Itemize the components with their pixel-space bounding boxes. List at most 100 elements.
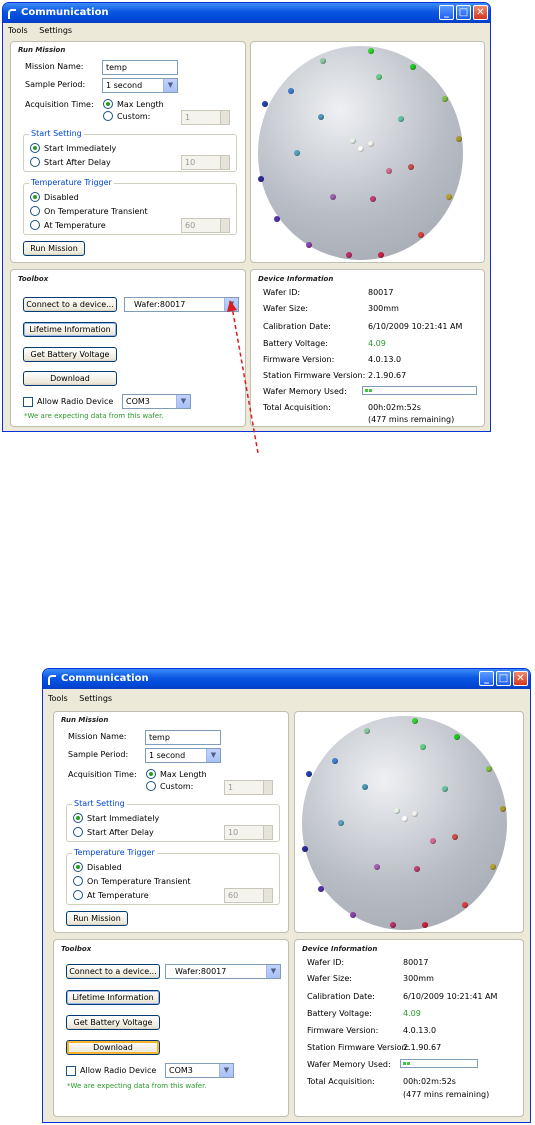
minimize-icon[interactable]: _ [439, 5, 454, 20]
sensor-dot[interactable] [442, 786, 448, 792]
title-bar[interactable]: Communication _ □ ✕ [3, 3, 490, 23]
sensor-dot[interactable] [446, 194, 452, 200]
trigger-transient-radio[interactable] [30, 206, 40, 216]
sensor-dot[interactable] [350, 912, 356, 918]
sensor-dot[interactable] [422, 922, 428, 928]
menu-tools[interactable]: Tools [48, 694, 68, 703]
title-bar[interactable]: Communication _ □ ✕ [43, 669, 530, 689]
get-battery-voltage-button[interactable]: Get Battery Voltage [66, 1015, 160, 1030]
sensor-dot[interactable] [418, 232, 424, 238]
get-battery-voltage-button[interactable]: Get Battery Voltage [23, 347, 117, 362]
menu-tools[interactable]: Tools [8, 26, 28, 35]
sensor-dot[interactable] [386, 168, 392, 174]
maximize-icon[interactable]: □ [496, 671, 511, 686]
menu-settings[interactable]: Settings [79, 694, 112, 703]
sensor-dot[interactable] [412, 718, 418, 724]
sensor-dot[interactable] [410, 64, 416, 70]
lifetime-information-button[interactable]: Lifetime Information [66, 990, 160, 1005]
sensor-dot[interactable] [306, 771, 312, 777]
sample-period-select[interactable]: 1 second ▼ [145, 748, 221, 763]
trigger-disabled-radio[interactable] [73, 862, 83, 872]
com-port-select[interactable]: COM3 ▼ [165, 1063, 234, 1078]
sensor-dot[interactable] [338, 820, 344, 826]
download-button[interactable]: Download [23, 371, 117, 386]
sensor-dot[interactable] [442, 96, 448, 102]
connect-device-button[interactable]: Connect to a device... [66, 964, 160, 979]
temperature-input[interactable]: 60 [181, 218, 230, 233]
close-icon[interactable]: ✕ [513, 671, 528, 686]
chevron-down-icon[interactable]: ▼ [163, 79, 177, 92]
sensor-dot[interactable] [454, 734, 460, 740]
custom-spinner[interactable] [220, 111, 229, 124]
start-after-delay-radio[interactable] [30, 157, 40, 167]
trigger-at-temperature-radio[interactable] [30, 220, 40, 230]
sensor-dot[interactable] [294, 150, 300, 156]
sensor-dot[interactable] [318, 114, 324, 120]
start-immediately-radio[interactable] [73, 813, 83, 823]
sensor-dot[interactable] [364, 728, 370, 734]
sensor-dot[interactable] [374, 864, 380, 870]
delay-spinner[interactable] [220, 156, 229, 169]
sensor-dot[interactable] [500, 806, 506, 812]
max-length-radio[interactable] [103, 99, 113, 109]
sensor-dot[interactable] [362, 784, 368, 790]
delay-input[interactable]: 10 [224, 825, 273, 840]
minimize-icon[interactable]: _ [479, 671, 494, 686]
custom-value-input[interactable]: 1 [224, 780, 273, 795]
start-immediately-radio[interactable] [30, 143, 40, 153]
trigger-transient-radio[interactable] [73, 876, 83, 886]
sensor-dot[interactable] [398, 116, 404, 122]
sensor-dot[interactable] [274, 216, 280, 222]
download-button[interactable]: Download [66, 1040, 160, 1055]
sensor-dot[interactable] [376, 74, 382, 80]
device-select[interactable]: Wafer:80017▼ [124, 297, 239, 312]
com-port-select[interactable]: COM3 ▼ [122, 394, 191, 409]
run-mission-button[interactable]: Run Mission [23, 241, 85, 256]
sensor-dot[interactable] [318, 886, 324, 892]
chevron-down-icon[interactable]: ▼ [266, 965, 280, 978]
custom-spinner[interactable] [263, 781, 272, 794]
chevron-down-icon[interactable]: ▼ [219, 1064, 233, 1077]
custom-value-input[interactable]: 1 [181, 110, 230, 125]
allow-radio-checkbox[interactable] [23, 397, 33, 407]
sensor-dot[interactable] [378, 252, 384, 258]
mission-name-input[interactable]: temp [102, 60, 178, 75]
sensor-dot[interactable] [368, 48, 374, 54]
run-mission-button[interactable]: Run Mission [66, 911, 128, 926]
sensor-dot[interactable] [346, 252, 352, 258]
sensor-dot[interactable] [368, 141, 374, 147]
mission-name-input[interactable]: temp [145, 730, 221, 745]
sensor-dot[interactable] [370, 196, 376, 202]
trigger-disabled-radio[interactable] [30, 192, 40, 202]
device-select[interactable]: Wafer:80017▼ [165, 964, 281, 979]
temperature-spinner[interactable] [263, 889, 272, 902]
sensor-dot[interactable] [462, 902, 468, 908]
sensor-dot[interactable] [486, 766, 492, 772]
max-length-radio[interactable] [146, 769, 156, 779]
temperature-input[interactable]: 60 [224, 888, 273, 903]
sensor-dot[interactable] [390, 922, 396, 928]
sensor-dot[interactable] [408, 164, 414, 170]
sample-period-select[interactable]: 1 second ▼ [102, 78, 178, 93]
sensor-dot[interactable] [456, 136, 462, 142]
chevron-down-icon[interactable]: ▼ [206, 749, 220, 762]
custom-radio[interactable] [103, 111, 113, 121]
sensor-dot[interactable] [306, 242, 312, 248]
sensor-dot[interactable] [332, 758, 338, 764]
lifetime-information-button[interactable]: Lifetime Information [23, 322, 117, 337]
sensor-dot[interactable] [302, 846, 308, 852]
sensor-dot[interactable] [452, 834, 458, 840]
close-icon[interactable]: ✕ [473, 5, 488, 20]
sensor-dot[interactable] [414, 866, 420, 872]
sensor-dot[interactable] [262, 101, 268, 107]
sensor-dot[interactable] [258, 176, 264, 182]
maximize-icon[interactable]: □ [456, 5, 471, 20]
sensor-dot[interactable] [412, 811, 418, 817]
start-after-delay-radio[interactable] [73, 827, 83, 837]
connect-device-button[interactable]: Connect to a device... [23, 297, 117, 312]
sensor-dot[interactable] [394, 808, 400, 814]
delay-spinner[interactable] [263, 826, 272, 839]
custom-radio[interactable] [146, 781, 156, 791]
chevron-down-icon[interactable]: ▼ [176, 395, 190, 408]
sensor-dot[interactable] [320, 58, 326, 64]
